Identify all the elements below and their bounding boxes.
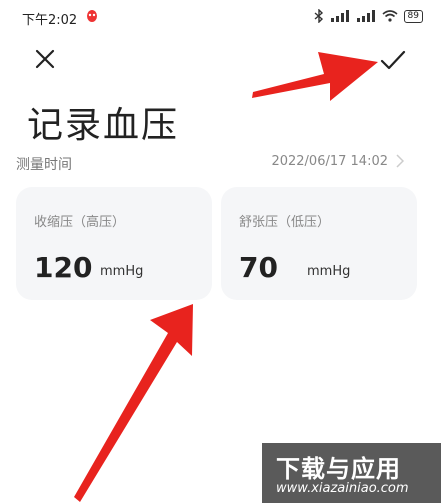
watermark: 下载与应用 www.xiazainiao.com bbox=[262, 443, 441, 503]
watermark-title: 下载与应用 bbox=[276, 455, 401, 483]
annotation-arrow bbox=[74, 52, 378, 502]
watermark-url: www.xiazainiao.com bbox=[276, 481, 409, 496]
